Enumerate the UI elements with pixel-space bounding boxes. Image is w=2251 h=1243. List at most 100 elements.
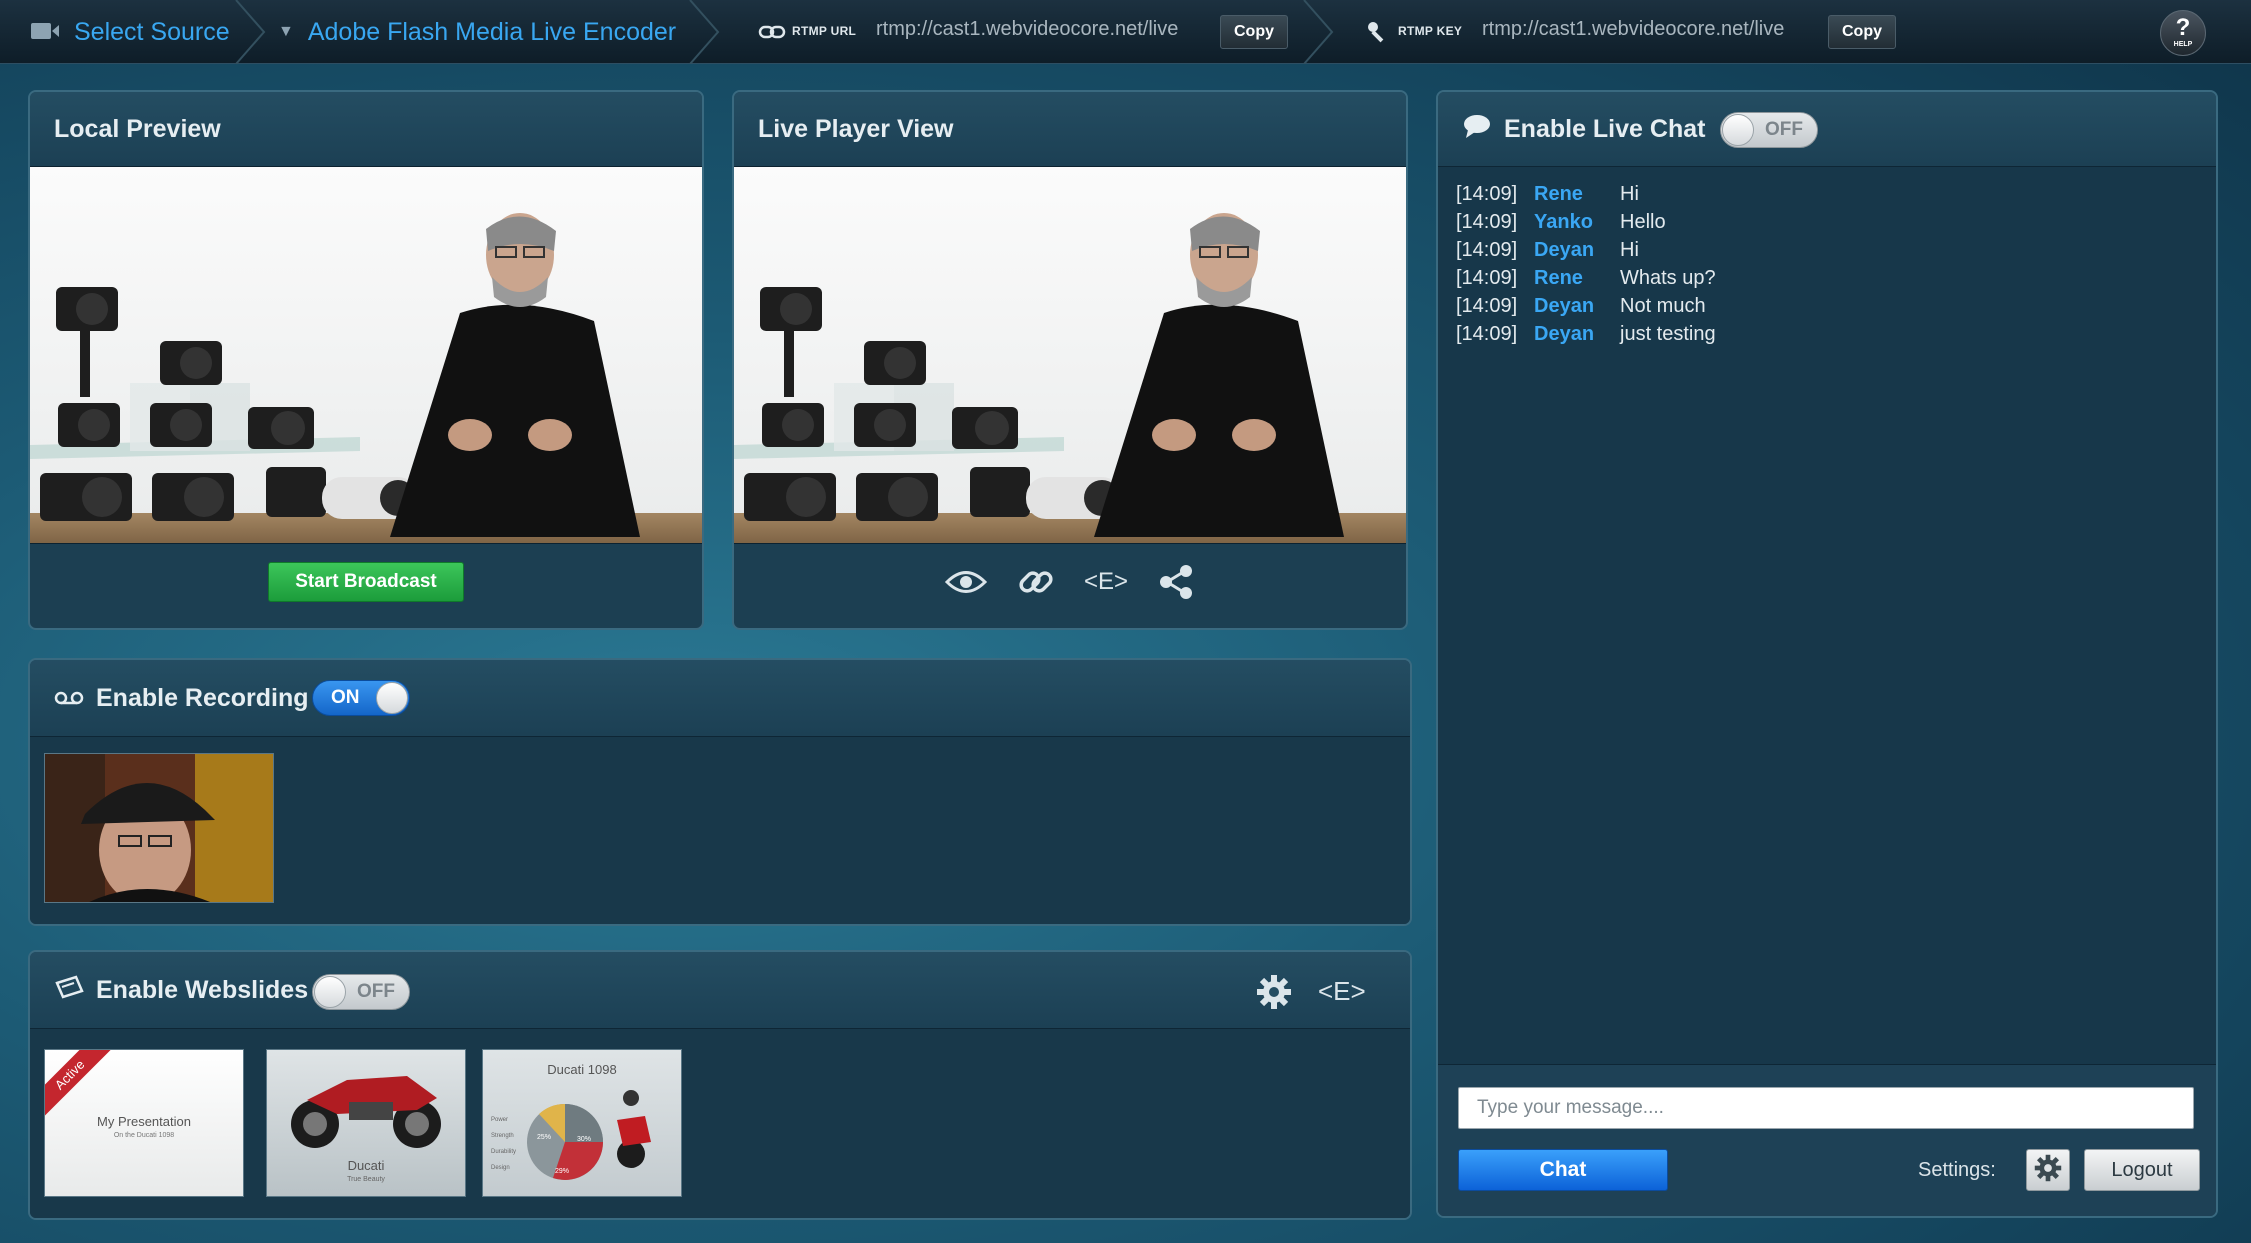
webslides-toggle-label: OFF — [357, 981, 395, 1002]
help-label: HELP — [2173, 41, 2193, 48]
pie-label: 30% — [577, 1136, 592, 1143]
active-badge-label: Active — [51, 1056, 88, 1093]
link-icon[interactable] — [1012, 560, 1060, 604]
live-chat-toggle[interactable]: OFF — [1720, 112, 1818, 148]
embed-icon[interactable]: <E> — [1082, 560, 1130, 604]
slide-thumbnail[interactable]: Active My Presentation On the Ducati 109… — [44, 1049, 244, 1197]
share-icon[interactable] — [1152, 560, 1200, 604]
slide-title: My Presentation — [97, 1114, 191, 1129]
slide-thumbnail[interactable]: Ducati 1098 Power Strength Durability De… — [482, 1049, 682, 1197]
chat-input-placeholder: Type your message.... — [1477, 1097, 1664, 1118]
chat-message: [14:09] Deyan Hi — [1456, 239, 1639, 262]
live-player-video — [734, 166, 1406, 544]
rtmp-key-label: RTMP KEY — [1398, 24, 1463, 38]
message-text: Hi — [1620, 239, 1639, 261]
chat-message: [14:09] Deyan Not much — [1456, 295, 1706, 318]
local-preview-panel: Local Preview Start Broadcast — [28, 90, 704, 630]
message-user: Rene — [1534, 183, 1583, 205]
recordings-list — [30, 736, 1410, 924]
message-time: [14:09] — [1456, 239, 1518, 261]
pie-label: 29% — [555, 1168, 570, 1175]
recording-panel: Enable Recording ON — [28, 658, 1412, 926]
local-preview-video — [30, 166, 702, 544]
message-text: Hi — [1620, 183, 1639, 205]
active-ribbon: Active — [45, 1050, 117, 1122]
copy-key-button[interactable]: Copy — [1828, 15, 1896, 49]
slide-title: Ducati — [347, 1158, 385, 1173]
encoder-dropdown[interactable]: ▼ Adobe Flash Media Live Encoder — [278, 0, 676, 64]
message-user: Yanko — [1534, 211, 1593, 233]
recording-title: Enable Recording — [96, 683, 309, 712]
recording-header: Enable Recording — [30, 660, 1410, 736]
rtmp-key-value: rtmp://cast1.webvideocore.net/live — [1482, 18, 1785, 40]
select-source-link[interactable]: Select Source — [74, 0, 230, 64]
message-text: Not much — [1620, 295, 1706, 317]
message-user: Deyan — [1534, 295, 1595, 317]
help-icon: ? — [2175, 14, 2191, 41]
gear-icon — [2034, 1154, 2062, 1187]
chat-settings-button[interactable] — [2026, 1149, 2070, 1191]
message-time: [14:09] — [1456, 211, 1518, 233]
chevron-down-icon: ▼ — [278, 23, 294, 40]
chat-message: [14:09] Rene Whats up? — [1456, 267, 1716, 290]
eye-icon[interactable] — [942, 560, 990, 604]
live-player-panel: Live Player View <E> — [732, 90, 1408, 630]
help-button[interactable]: ? HELP — [2160, 10, 2206, 56]
rtmp-url-label: RTMP URL — [792, 24, 857, 38]
chat-message: [14:09] Rene Hi — [1456, 183, 1639, 206]
recording-thumbnail[interactable] — [44, 753, 274, 903]
live-chat-header: Enable Live Chat — [1438, 92, 2216, 166]
message-text: Hello — [1620, 211, 1666, 233]
settings-label: Settings: — [1918, 1159, 1996, 1181]
slide-subtitle: On the Ducati 1098 — [113, 1132, 175, 1139]
breadcrumb-separator — [1303, 0, 1334, 64]
slide-thumbnail[interactable]: Ducati True Beauty — [266, 1049, 466, 1197]
slides-icon — [54, 974, 86, 1006]
embed-icon[interactable]: <E> — [1318, 976, 1366, 1007]
embed-glyph: <E> — [1318, 976, 1366, 1006]
gear-icon[interactable] — [1256, 974, 1292, 1015]
encoder-label: Adobe Flash Media Live Encoder — [307, 17, 677, 46]
message-time: [14:09] — [1456, 267, 1518, 289]
toggle-knob — [314, 976, 346, 1008]
message-time: [14:09] — [1456, 183, 1518, 205]
webslides-panel: Enable Webslides OFF <E> Active My Prese… — [28, 950, 1412, 1220]
webslides-title: Enable Webslides — [96, 975, 309, 1004]
local-preview-title: Local Preview — [54, 114, 221, 143]
message-user: Rene — [1534, 267, 1583, 289]
presenter-video-frame — [734, 167, 1406, 543]
recording-toggle-label: ON — [331, 687, 360, 708]
motorcycle-image — [291, 1076, 441, 1148]
chat-message-input[interactable]: Type your message.... — [1458, 1087, 2194, 1129]
copy-url-button[interactable]: Copy — [1220, 15, 1288, 49]
webslides-toggle[interactable]: OFF — [312, 974, 410, 1010]
live-chat-title: Enable Live Chat — [1504, 114, 1706, 143]
slide-pie-chart — [527, 1090, 651, 1180]
chat-message: [14:09] Deyan just testing — [1456, 323, 1716, 346]
pie-label: 25% — [537, 1134, 552, 1141]
live-chat-toggle-label: OFF — [1765, 119, 1803, 140]
message-user: Deyan — [1534, 323, 1595, 345]
message-user: Deyan — [1534, 239, 1595, 261]
key-icon — [1366, 20, 1390, 49]
webslides-header: Enable Webslides — [30, 952, 1410, 1028]
start-broadcast-button[interactable]: Start Broadcast — [268, 562, 464, 602]
presenter-video-frame — [30, 167, 702, 543]
slides-list: Active My Presentation On the Ducati 109… — [30, 1028, 1410, 1218]
chat-footer: Type your message.... Chat Settings: Log… — [1438, 1064, 2216, 1216]
link-icon — [758, 24, 786, 45]
rtmp-url-value: rtmp://cast1.webvideocore.net/live — [876, 18, 1179, 40]
toggle-knob — [1722, 114, 1754, 146]
recording-toggle[interactable]: ON — [312, 680, 410, 716]
chat-messages: [14:09] Rene Hi [14:09] Yanko Hello [14:… — [1438, 166, 2216, 1064]
message-text: just testing — [1620, 323, 1716, 345]
chat-bubble-icon — [1462, 113, 1492, 146]
live-chat-panel: Enable Live Chat OFF [14:09] Rene Hi [14… — [1436, 90, 2218, 1218]
top-bar: Select Source ▼ Adobe Flash Media Live E… — [0, 0, 2251, 64]
logout-button[interactable]: Logout — [2084, 1149, 2200, 1191]
player-toolbar: <E> — [942, 560, 1200, 604]
camera-icon — [30, 21, 60, 46]
message-text: Whats up? — [1620, 267, 1716, 289]
chat-send-button[interactable]: Chat — [1458, 1149, 1668, 1191]
live-player-title: Live Player View — [758, 114, 954, 143]
